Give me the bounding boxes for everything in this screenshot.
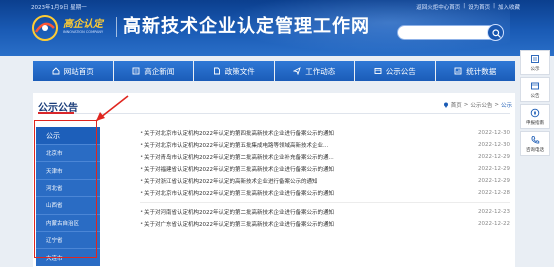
home-icon bbox=[52, 67, 60, 75]
float-notice[interactable]: 公示 bbox=[520, 50, 550, 75]
chart-icon bbox=[454, 67, 462, 75]
search-icon bbox=[492, 29, 501, 38]
title-underline bbox=[38, 112, 74, 114]
breadcrumb-announcement[interactable]: 公示公告 bbox=[470, 101, 492, 109]
site-header: 2023年1月9日 星期一 返回火炬中心首页 | 设为首页 | 加入收藏 高企认… bbox=[0, 0, 554, 56]
notice-date: 2022-12-22 bbox=[478, 221, 510, 227]
nav-label: 公示公告 bbox=[385, 66, 416, 76]
notice-date: 2022-12-29 bbox=[478, 178, 510, 184]
float-phone[interactable]: 咨询电话 bbox=[520, 131, 550, 156]
nav-label: 政策文件 bbox=[224, 66, 255, 76]
notice-title[interactable]: 关于对浙江省认定机构2022年认定的高新技术企业进行备案公示的通知 bbox=[144, 177, 472, 185]
separator: | bbox=[493, 3, 495, 9]
breadcrumb-home[interactable]: 首页 bbox=[451, 101, 462, 109]
notice-date: 2022-12-29 bbox=[478, 154, 510, 160]
list-item[interactable]: • 关于对青岛市认定机构2022年认定的第二批高新技术企业补充备案公示的通... 2… bbox=[140, 151, 510, 163]
content-panel: 公示公告 首页 > 公示公告 > 公示 公示 北京市 天津市 河北省 山西省 内… bbox=[33, 93, 515, 267]
link-torch-center[interactable]: 返回火炬中心首页 bbox=[416, 3, 460, 11]
breadcrumb: 首页 > 公示公告 > 公示 bbox=[443, 101, 512, 109]
float-guide[interactable]: 申报指南 bbox=[520, 104, 550, 129]
list-item[interactable]: • 关于对浙江省认定机构2022年认定的高新技术企业进行备案公示的通知 2022-1… bbox=[140, 175, 510, 187]
notice-title[interactable]: 关于对北京市认定机构2022年认定的第四批高新技术企业进行备案公示的通知 bbox=[144, 129, 472, 137]
guide-icon bbox=[530, 108, 540, 117]
top-links: 返回火炬中心首页 | 设为首页 | 加入收藏 bbox=[416, 3, 520, 11]
notice-title[interactable]: 关于对河南省认定机构2022年认定的第二批高新技术企业进行备案公示的通知 bbox=[144, 208, 472, 216]
sidebar-item-beijing[interactable]: 北京市 bbox=[36, 144, 100, 162]
send-icon bbox=[293, 67, 302, 75]
float-label: 公示 bbox=[530, 66, 540, 72]
list-item[interactable]: • 关于对北京市认定机构2022年认定的第四批高新技术企业进行备案公示的通知 202… bbox=[140, 127, 510, 139]
news-icon bbox=[132, 67, 140, 75]
breadcrumb-sep: > bbox=[463, 102, 469, 108]
nav-label: 高企新闻 bbox=[144, 66, 175, 76]
sidebar-item-dalian[interactable]: 大连市 bbox=[36, 248, 100, 266]
logo-subtitle: INNOVATION COMPANY bbox=[63, 30, 104, 34]
notice-icon bbox=[531, 54, 539, 63]
sidebar-item-liaoning[interactable]: 辽宁省 bbox=[36, 230, 100, 249]
notice-title[interactable]: 关于对广东省认定机构2022年认定的第三批高新技术企业进行备案公示的通知 bbox=[144, 220, 472, 228]
list-item[interactable]: • 关于对北京市认定机构2022年认定的第五批集成电路等领域高新技术企业... 20… bbox=[140, 139, 510, 151]
notice-date: 2022-12-29 bbox=[478, 166, 510, 172]
sidebar-header[interactable]: 公示 bbox=[36, 127, 100, 144]
float-label: 申报指南 bbox=[526, 120, 544, 126]
phone-icon bbox=[531, 135, 540, 143]
nav-news[interactable]: 高企新闻 bbox=[113, 61, 193, 81]
sidebar-item-shanxi[interactable]: 山西省 bbox=[36, 196, 100, 214]
logo-text: 高企认定 bbox=[63, 19, 103, 30]
location-pin-icon bbox=[443, 102, 448, 108]
float-label: 公告 bbox=[530, 93, 540, 99]
site-title: 高新技术企业认定管理工作网 bbox=[116, 17, 370, 37]
announcement-icon bbox=[531, 82, 539, 89]
list-item[interactable]: • 关于对北京市认定机构2022年认定的第三批高新技术企业进行备案公示的通知 202… bbox=[140, 187, 510, 199]
link-set-homepage[interactable]: 设为首页 bbox=[468, 3, 490, 11]
sidebar-item-tianjin[interactable]: 天津市 bbox=[36, 161, 100, 179]
divider bbox=[38, 113, 510, 114]
notice-title[interactable]: 关于对北京市认定机构2022年认定的第三批高新技术企业进行备案公示的通知 bbox=[144, 189, 472, 197]
logo-icon[interactable] bbox=[30, 14, 60, 42]
notice-date: 2022-12-28 bbox=[478, 190, 510, 196]
notice-title[interactable]: 关于对福建省认定机构2022年认定的第三批高新技术企业进行备案公示的通知 bbox=[144, 165, 472, 173]
notice-title[interactable]: 关于对青岛市认定机构2022年认定的第二批高新技术企业补充备案公示的通... bbox=[144, 153, 472, 161]
notice-list: • 关于对北京市认定机构2022年认定的第四批高新技术企业进行备案公示的通知 202… bbox=[140, 127, 510, 230]
separator: | bbox=[463, 3, 466, 9]
nav-label: 网站首页 bbox=[63, 66, 94, 76]
breadcrumb-current: 公示 bbox=[500, 103, 512, 109]
breadcrumb-sep: > bbox=[494, 102, 499, 108]
notice-date: 2022-12-23 bbox=[478, 209, 510, 215]
nav-home[interactable]: 网站首页 bbox=[33, 61, 113, 81]
notice-date: 2022-12-30 bbox=[478, 142, 510, 148]
nav-label: 统计数据 bbox=[466, 66, 497, 76]
divider bbox=[140, 202, 510, 203]
notice-title[interactable]: 关于对北京市认定机构2022年认定的第五批集成电路等领域高新技术企业... bbox=[144, 141, 472, 149]
floating-toolbar: 公示 公告 申报指南 咨询电话 bbox=[520, 50, 550, 156]
search-button[interactable] bbox=[487, 24, 504, 41]
region-sidebar: 公示 北京市 天津市 河北省 山西省 内蒙古自治区 辽宁省 大连市 bbox=[36, 127, 100, 267]
nav-announcement[interactable]: 公示公告 bbox=[355, 61, 435, 81]
nav-label: 工作动态 bbox=[305, 66, 336, 76]
nav-policy[interactable]: 政策文件 bbox=[194, 61, 274, 81]
list-item[interactable]: • 关于对河南省认定机构2022年认定的第二批高新技术企业进行备案公示的通知 202… bbox=[140, 206, 510, 218]
list-item[interactable]: • 关于对福建省认定机构2022年认定的第三批高新技术企业进行备案公示的通知 202… bbox=[140, 163, 510, 175]
main-nav: 网站首页 高企新闻 政策文件 工作动态 公示公告 统计数据 bbox=[33, 61, 515, 81]
notice-date: 2022-12-30 bbox=[478, 130, 510, 136]
list-item[interactable]: • 关于对广东省认定机构2022年认定的第三批高新技术企业进行备案公示的通知 202… bbox=[140, 218, 510, 230]
link-add-favorite[interactable]: 加入收藏 bbox=[498, 3, 520, 11]
nav-work-news[interactable]: 工作动态 bbox=[274, 61, 354, 81]
sidebar-item-hebei[interactable]: 河北省 bbox=[36, 178, 100, 197]
document-icon bbox=[213, 67, 220, 75]
nav-statistics[interactable]: 统计数据 bbox=[435, 61, 515, 81]
float-label: 咨询电话 bbox=[526, 147, 544, 153]
announcement-icon bbox=[374, 68, 382, 74]
current-date: 2023年1月9日 星期一 bbox=[31, 5, 87, 11]
float-announcement[interactable]: 公告 bbox=[520, 77, 550, 102]
sidebar-item-inner-mongolia[interactable]: 内蒙古自治区 bbox=[36, 213, 100, 231]
